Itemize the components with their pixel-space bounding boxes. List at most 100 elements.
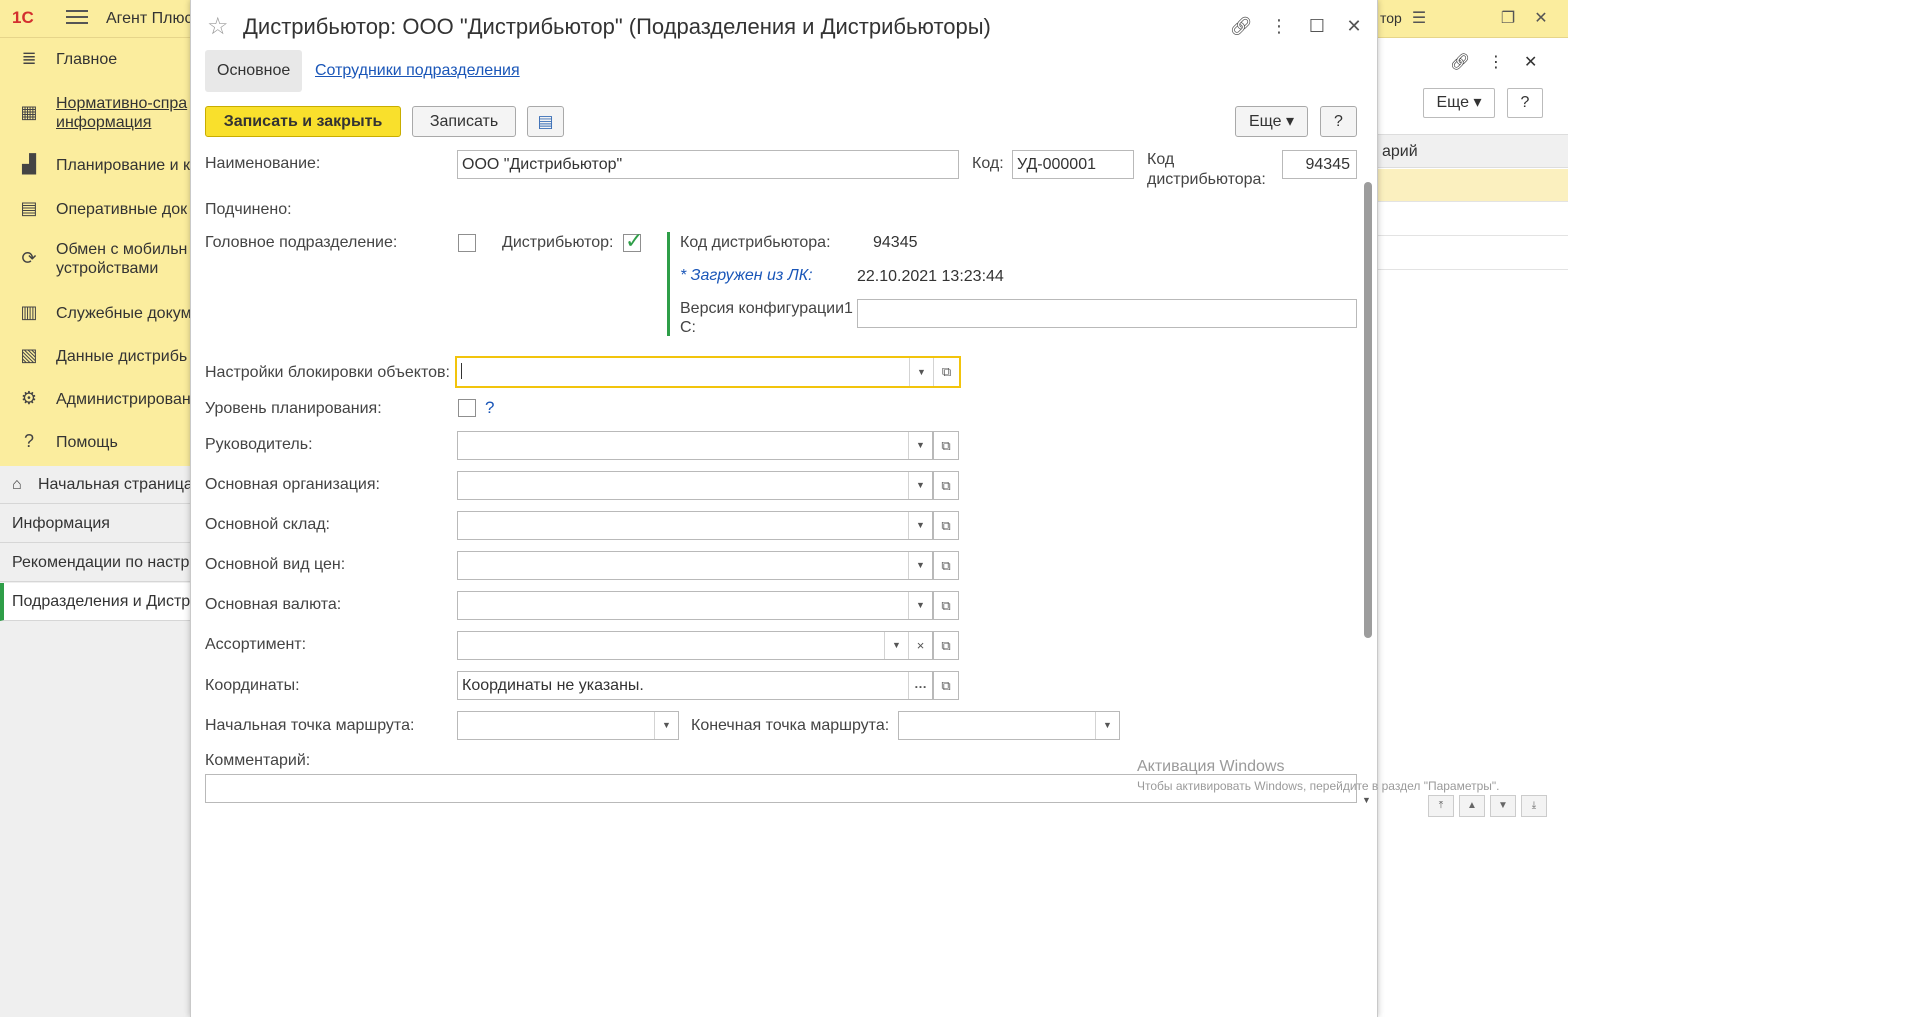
scroll-bottom-icon[interactable]: ⤓ — [1521, 795, 1547, 817]
column-header-comment[interactable]: арий — [1378, 134, 1568, 168]
main-org-field[interactable]: ▼ — [457, 471, 933, 500]
open-window-label: Рекомендации по настр — [12, 554, 190, 571]
main-currency-field[interactable]: ▼ — [457, 591, 933, 620]
favorite-star-icon[interactable]: ☆ — [207, 12, 229, 41]
route-start-field[interactable]: ▼ — [457, 711, 679, 740]
open-window-label: Подразделения и Дистр — [12, 593, 190, 610]
scroll-up-icon[interactable]: ▲ — [1459, 795, 1485, 817]
more-button[interactable]: Еще ▾ — [1235, 106, 1308, 137]
sidebar-item-mobile-exchange[interactable]: ⟳ Обмен с мобильн устройствами — [0, 240, 190, 280]
sidebar-item-operative-docs[interactable]: ▤ Оперативные док — [0, 198, 190, 222]
close-icon-app[interactable]: ✕ — [1530, 8, 1552, 30]
clear-icon[interactable]: × — [908, 632, 932, 659]
sidebar-item-distributor-data[interactable]: ▧ Данные дистрибь — [0, 345, 190, 369]
assortment-label: Ассортимент: — [205, 636, 307, 653]
open-window-label: Начальная страница — [38, 476, 190, 493]
menu-icon-right[interactable]: ☰ — [1408, 8, 1430, 30]
help-button[interactable]: ? — [1320, 106, 1357, 137]
open-window-divisions[interactable]: Подразделения и Дистр — [0, 583, 190, 621]
dist-code-field[interactable]: 94345 — [1282, 150, 1357, 179]
scroll-down-arrow-icon[interactable]: ▼ — [1362, 795, 1371, 805]
name-field[interactable]: ООО "Дистрибьютор" — [457, 150, 959, 179]
lock-settings-field[interactable]: ▼ ⧉ — [455, 356, 961, 388]
close-icon-bg[interactable]: ✕ — [1524, 52, 1537, 72]
open-form-icon[interactable]: ⧉ — [933, 671, 959, 700]
sidebar-item-main[interactable]: ≣ Главное — [0, 48, 190, 72]
more-vert-icon[interactable]: ⋮ — [1267, 14, 1291, 38]
ellipsis-icon[interactable]: … — [908, 672, 932, 699]
head-division-checkbox[interactable] — [458, 234, 476, 252]
table-row[interactable] — [1378, 169, 1568, 202]
tab-division-staff[interactable]: Сотрудники подразделения — [303, 50, 532, 92]
loaded-from-lk-value: 22.10.2021 13:23:44 — [857, 268, 1004, 285]
route-end-field[interactable]: ▼ — [898, 711, 1120, 740]
table-row[interactable] — [1378, 237, 1568, 270]
chevron-down-icon[interactable]: ▼ — [1095, 712, 1119, 739]
chevron-down-icon[interactable]: ▼ — [884, 632, 908, 659]
open-window-recommendations[interactable]: Рекомендации по настр — [0, 544, 190, 582]
scrollbar-thumb[interactable] — [1364, 182, 1372, 638]
code-field[interactable]: УД-000001 — [1012, 150, 1134, 179]
save-button[interactable]: Записать — [412, 106, 516, 137]
open-window-home[interactable]: ⌂ Начальная страница — [0, 466, 190, 504]
report-list-button[interactable]: ▤ — [527, 106, 564, 137]
scroll-down-icon[interactable]: ▼ — [1490, 795, 1516, 817]
documents-icon: ▤ — [20, 198, 38, 218]
link-icon[interactable]: 🔗︎ — [1229, 14, 1253, 38]
distributor-checkbox[interactable]: ✓ — [623, 228, 644, 253]
chevron-down-icon[interactable]: ▼ — [908, 552, 932, 579]
open-window-info[interactable]: Информация — [0, 505, 190, 543]
chevron-down-icon[interactable]: ▼ — [909, 358, 933, 386]
gear-icon: ⚙ — [20, 388, 38, 408]
more-vert-icon-bg[interactable]: ⋮ — [1488, 52, 1504, 72]
more-button-bg[interactable]: Еще ▾ — [1423, 88, 1495, 118]
open-form-icon[interactable]: ⧉ — [933, 471, 959, 500]
app-logo: 1С — [12, 8, 34, 27]
table-row[interactable] — [1378, 203, 1568, 236]
chevron-down-icon[interactable]: ▼ — [908, 432, 932, 459]
name-label: Наименование: — [205, 155, 321, 172]
chevron-down-icon[interactable]: ▼ — [908, 512, 932, 539]
document-list-icon: ▤ — [537, 112, 554, 131]
sidebar-item-admin[interactable]: ⚙ Администрирован — [0, 388, 191, 412]
sidebar-item-reference[interactable]: ▦ Нормативно-спра информация — [0, 94, 190, 134]
manager-label: Руководитель: — [205, 436, 313, 453]
main-currency-label: Основная валюта: — [205, 596, 342, 613]
sidebar-item-help[interactable]: ? Помощь — [0, 431, 190, 455]
open-form-icon[interactable]: ⧉ — [933, 551, 959, 580]
link-icon-bg[interactable]: 🔗︎ — [1450, 52, 1470, 72]
planning-level-checkbox[interactable] — [458, 399, 476, 417]
close-icon[interactable]: ✕ — [1342, 14, 1366, 38]
open-form-icon[interactable]: ⧉ — [933, 511, 959, 540]
open-form-icon[interactable]: ⧉ — [933, 631, 959, 660]
planning-help-icon[interactable]: ? — [485, 398, 494, 418]
config-version-field[interactable] — [857, 299, 1357, 328]
main-price-type-field[interactable]: ▼ — [457, 551, 933, 580]
maximize-icon[interactable]: ☐ — [1305, 14, 1329, 38]
manager-field[interactable]: ▼ — [457, 431, 933, 460]
coords-field[interactable]: Координаты не указаны. … — [457, 671, 933, 700]
tab-main[interactable]: Основное — [205, 50, 303, 92]
dist-code-label: Код — [1147, 151, 1175, 168]
menu-icon[interactable] — [66, 6, 88, 28]
open-form-icon[interactable]: ⧉ — [933, 358, 959, 386]
sidebar-item-label: Нормативно-спра — [56, 95, 188, 112]
main-price-type-label: Основной вид цен: — [205, 556, 346, 573]
chevron-down-icon[interactable]: ▼ — [654, 712, 678, 739]
chart-icon: ▟ — [22, 154, 36, 174]
chevron-down-icon[interactable]: ▼ — [908, 592, 932, 619]
sidebar-item-planning[interactable]: ▟ Планирование и к — [0, 154, 190, 178]
main-warehouse-field[interactable]: ▼ — [457, 511, 933, 540]
sidebar-item-service-docs[interactable]: ▥ Служебные докум — [0, 302, 191, 326]
dist-code-label-line2: дистрибьютора: — [1147, 171, 1266, 188]
scroll-top-icon[interactable]: ⤒ — [1428, 795, 1454, 817]
restore-icon[interactable]: ❐ — [1497, 8, 1519, 30]
chevron-down-icon[interactable]: ▼ — [908, 472, 932, 499]
sidebar: ≣ Главное ▦ Нормативно-спра информация ▟… — [0, 38, 192, 466]
help-button-bg[interactable]: ? — [1507, 88, 1543, 118]
open-form-icon[interactable]: ⧉ — [933, 591, 959, 620]
checkmark-icon: ✓ — [625, 228, 644, 253]
open-form-icon[interactable]: ⧉ — [933, 431, 959, 460]
assortment-field[interactable]: ▼ × — [457, 631, 933, 660]
save-and-close-button[interactable]: Записать и закрыть — [205, 106, 401, 137]
